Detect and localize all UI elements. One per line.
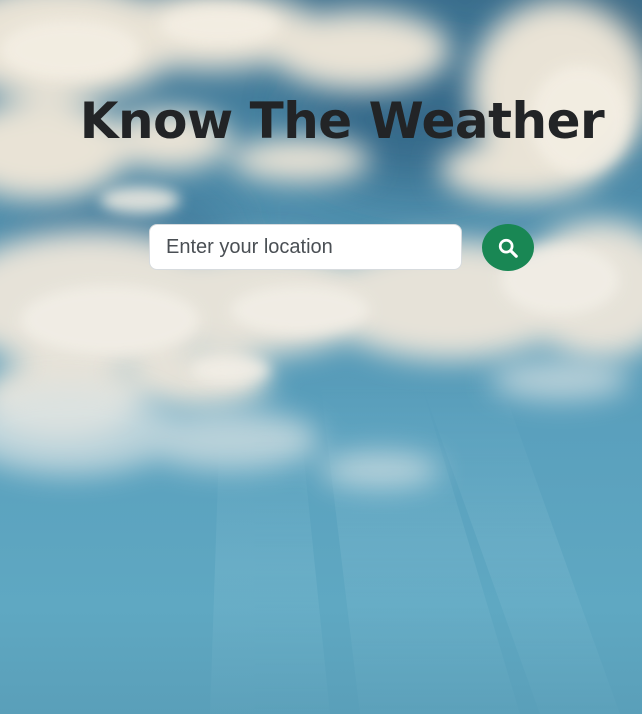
page-title: Know The Weather [79,92,605,150]
search-icon [498,238,518,258]
search-button[interactable] [482,224,534,271]
location-search-input[interactable] [149,224,462,270]
